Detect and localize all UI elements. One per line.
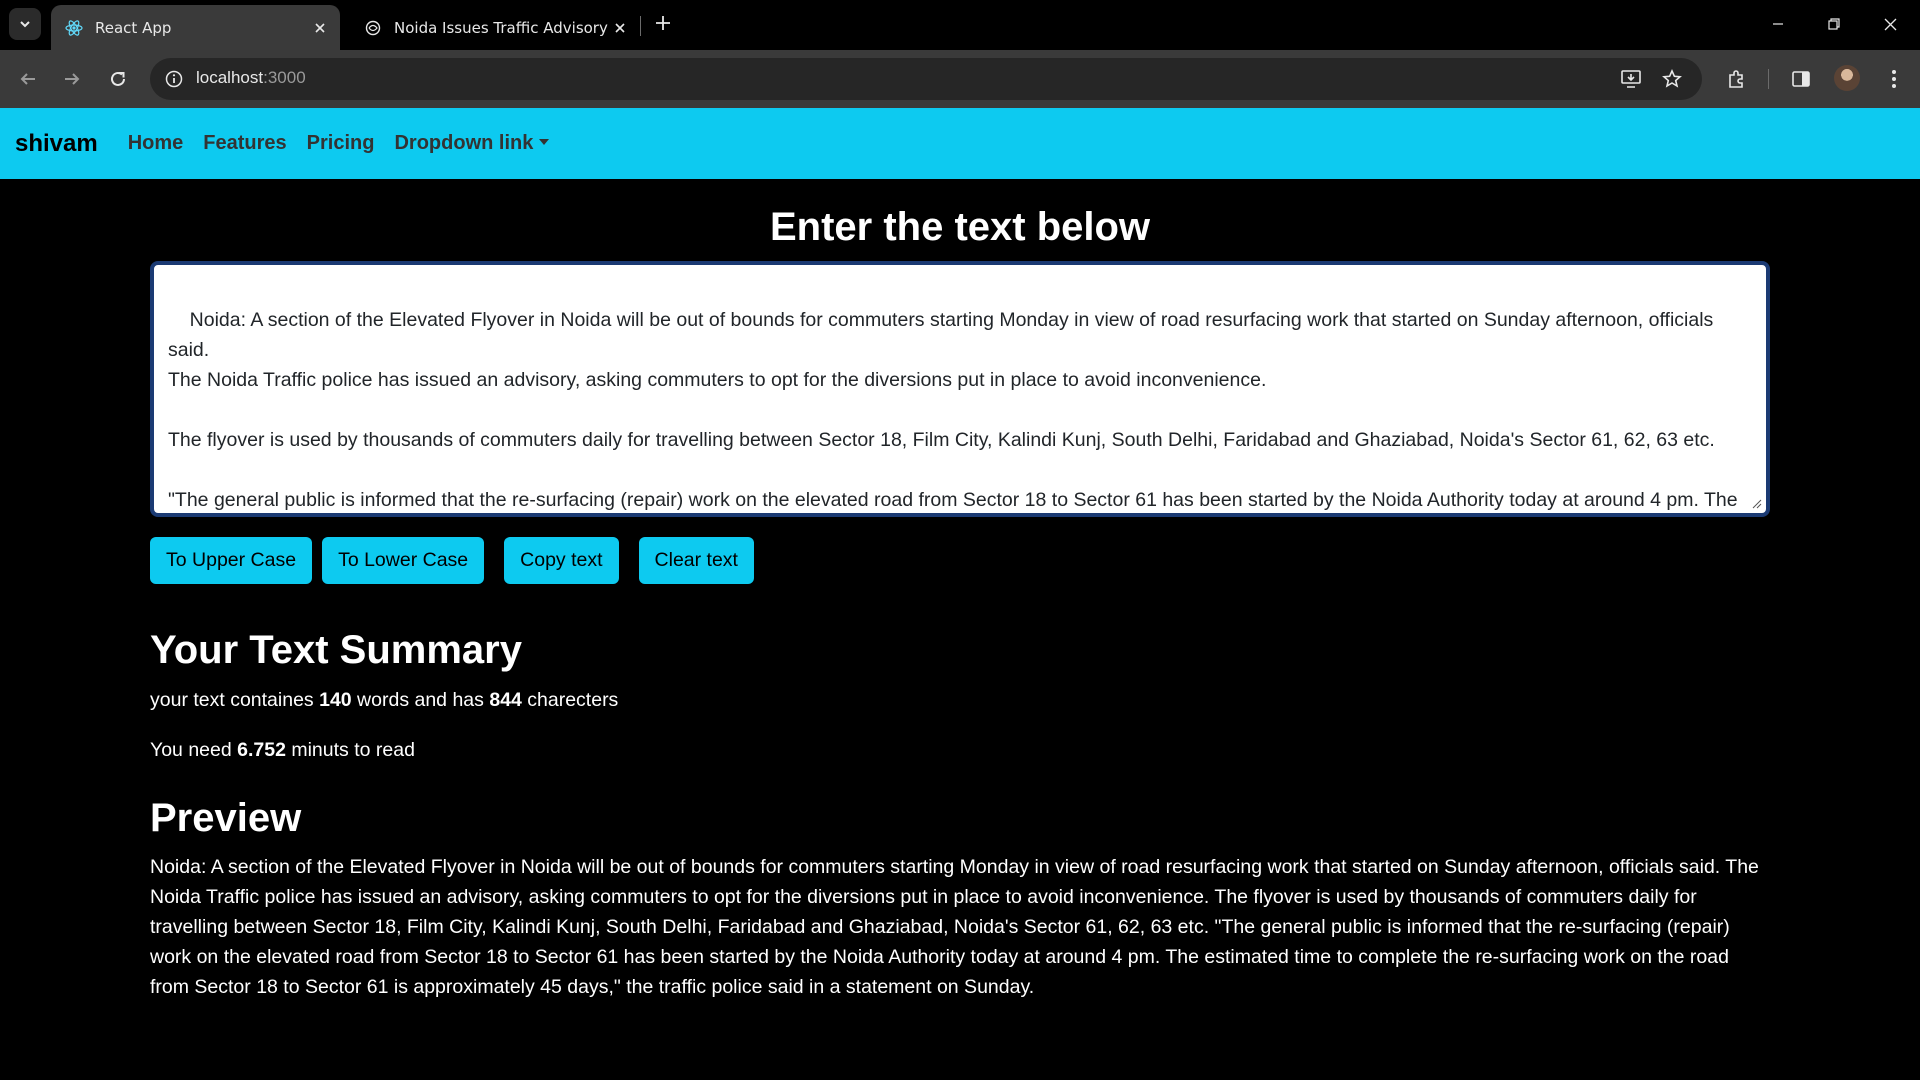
browser-tab-strip: React App Noida Issues Traffic Advisory … [0,0,1920,50]
close-tab-icon[interactable] [608,16,632,40]
word-count: 140 [319,689,352,711]
menu-kebab-icon[interactable] [1878,63,1910,95]
globe-icon [364,19,382,37]
side-panel-icon[interactable] [1785,63,1817,95]
summary-text: your text containes [150,689,320,711]
resize-handle-icon[interactable] [1752,499,1762,509]
copy-text-button[interactable]: Copy text [504,537,619,584]
bookmark-star-icon[interactable] [1658,65,1686,93]
extensions-icon[interactable] [1720,63,1752,95]
tab-title: Noida Issues Traffic Advisory Ah [394,18,608,37]
nav-links: Home Features Pricing Dropdown link [128,132,570,155]
url-port: :3000 [263,68,306,87]
main-container: Enter the text below Noida: A section of… [150,179,1770,1002]
arrow-right-icon [65,73,80,85]
tab-react-app[interactable]: React App [51,5,340,50]
new-tab-button[interactable] [650,10,676,36]
summary-title: Your Text Summary [150,628,522,672]
nav-link-features[interactable]: Features [203,132,286,155]
clear-text-button[interactable]: Clear text [638,537,754,584]
char-count: 844 [489,689,522,711]
reload-icon [111,71,125,86]
read-time: You need 6.752 minuts to read [150,736,1770,764]
restore-button[interactable] [1806,0,1862,48]
tab-noida-article[interactable]: Noida Issues Traffic Advisory Ah [350,5,640,50]
nav-link-pricing[interactable]: Pricing [307,132,375,155]
read-time-text: You need [150,739,238,761]
plus-icon [656,16,670,30]
forward-button[interactable] [56,63,88,95]
navbar-brand[interactable]: shivam [15,130,98,158]
summary-text: words and has [351,689,490,711]
tab-divider [640,16,641,36]
minimize-button[interactable] [1750,0,1806,48]
chevron-down-icon [20,21,30,28]
profile-avatar[interactable] [1834,65,1860,91]
restore-icon [1828,18,1840,30]
tab-title: React App [95,18,172,37]
lowercase-button[interactable]: To Lower Case [322,537,485,584]
preview-title: Preview [150,796,302,840]
summary-text: charecters [521,689,619,711]
url-text[interactable]: localhost:3000 [196,68,306,88]
address-bar[interactable]: localhost:3000 [150,58,1702,100]
close-tab-icon[interactable] [308,16,332,40]
arrow-left-icon [20,73,35,85]
back-button[interactable] [12,63,44,95]
url-host: localhost [196,68,264,87]
install-app-icon[interactable] [1617,65,1645,93]
action-buttons: To Upper Case To Lower Case Copy text Cl… [150,537,1770,584]
toolbar-divider [1768,69,1769,89]
read-time-minutes: 6.752 [237,739,286,761]
read-time-text: minuts to read [285,739,415,761]
site-info-icon[interactable] [160,65,188,93]
nav-dropdown-link[interactable]: Dropdown link [394,132,549,155]
tab-search-button[interactable] [9,8,41,40]
nav-link-home[interactable]: Home [128,132,184,155]
uppercase-button[interactable]: To Upper Case [150,537,313,584]
word-char-count: your text containes 140 words and has 84… [150,686,1770,714]
textarea-content: Noida: A section of the Elevated Flyover… [168,309,1738,511]
text-input-area[interactable]: Noida: A section of the Elevated Flyover… [150,261,1770,517]
minimize-icon [1773,23,1783,25]
reload-button[interactable] [102,63,134,95]
close-window-button[interactable] [1862,0,1918,48]
react-icon [65,19,83,37]
preview-text: Noida: A section of the Elevated Flyover… [150,856,1759,998]
close-icon [1884,18,1896,30]
page-heading: Enter the text below [769,205,1151,249]
app-navbar: shivam Home Features Pricing Dropdown li… [0,108,1920,179]
browser-toolbar: localhost:3000 [0,50,1920,108]
